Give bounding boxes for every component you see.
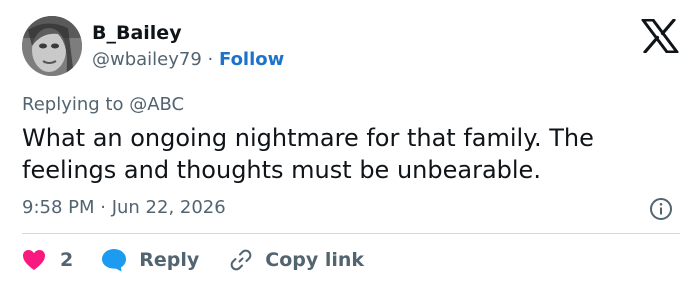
copy-link-label: Copy link <box>265 249 365 271</box>
timestamp[interactable]: 9:58 PM · Jun 22, 2026 <box>22 197 226 218</box>
tweet-text: What an ongoing nightmare for that famil… <box>22 124 594 184</box>
reply-button[interactable]: Reply <box>101 248 199 272</box>
display-name[interactable]: B_Bailey <box>92 22 182 44</box>
user-handle[interactable]: @wbailey79 <box>92 49 202 70</box>
info-icon[interactable] <box>649 197 673 221</box>
reply-label: Reply <box>139 249 200 271</box>
separator-dot: · <box>207 49 219 70</box>
divider <box>22 233 680 234</box>
user-photo-avatar-icon <box>22 16 82 76</box>
like-button[interactable]: 2 <box>22 249 73 271</box>
x-logo-icon[interactable] <box>641 18 679 54</box>
handle-row: @wbailey79 · Follow <box>92 49 284 70</box>
reply-context[interactable]: Replying to @ABC <box>22 94 184 115</box>
action-bar: 2 Reply Copy link <box>22 246 364 274</box>
follow-button[interactable]: Follow <box>219 49 284 70</box>
avatar[interactable] <box>22 16 82 76</box>
speech-bubble-icon <box>102 249 127 272</box>
link-icon <box>230 249 252 271</box>
copy-link-button[interactable]: Copy link <box>229 248 364 272</box>
heart-icon <box>23 250 45 270</box>
like-count: 2 <box>60 249 74 271</box>
